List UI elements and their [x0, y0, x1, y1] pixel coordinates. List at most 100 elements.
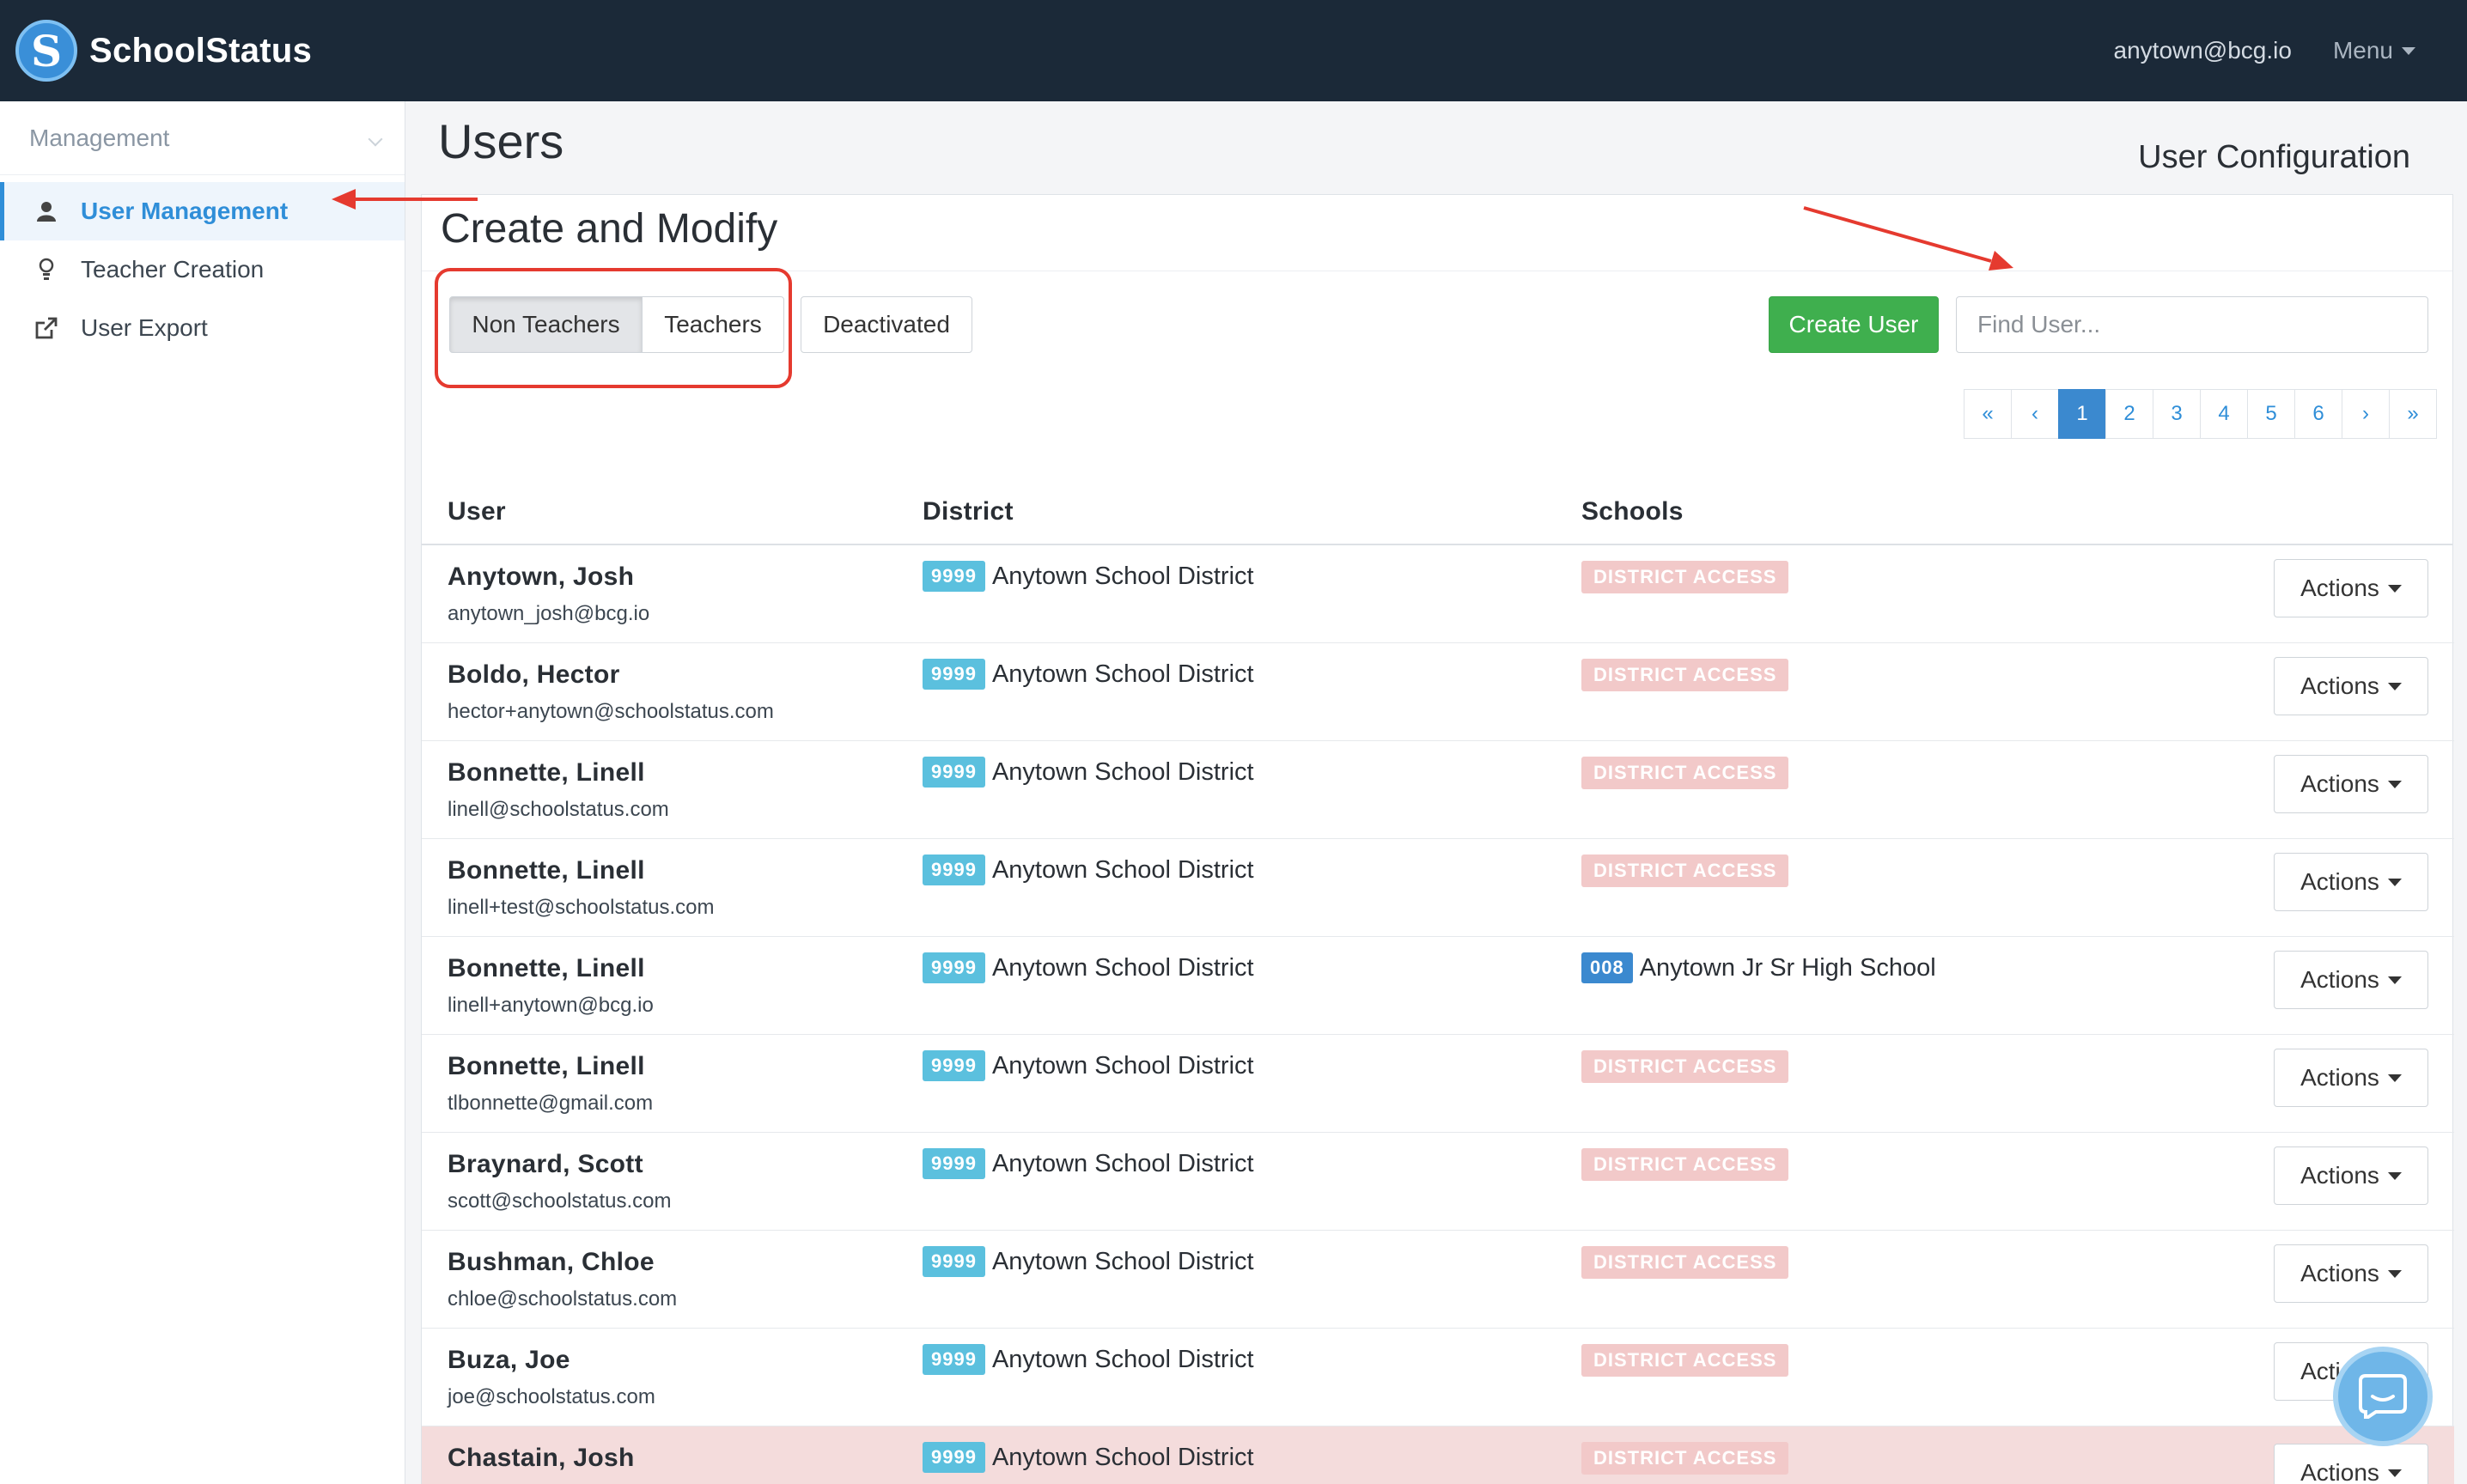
schools-cell: DISTRICT ACCESS: [1581, 659, 1789, 691]
sidebar-section-management[interactable]: Management: [0, 101, 405, 175]
actions-dropdown-button[interactable]: Actions: [2274, 755, 2428, 813]
district-code-badge: 9999: [923, 1148, 985, 1179]
actions-label: Actions: [2300, 1162, 2379, 1189]
user-email[interactable]: anytown@bcg.io: [2114, 37, 2292, 64]
actions-dropdown-button[interactable]: Actions: [2274, 853, 2428, 911]
actions-label: Actions: [2300, 966, 2379, 993]
pagination-next[interactable]: ›: [2342, 389, 2390, 439]
district-cell: 9999 Anytown School District: [923, 1442, 1254, 1473]
pagination-page[interactable]: 3: [2153, 389, 2201, 439]
caret-down-icon: [2387, 584, 2402, 593]
menu-dropdown[interactable]: Menu: [2333, 37, 2415, 64]
actions-dropdown-button[interactable]: Actions: [2274, 1146, 2428, 1205]
district-code-badge: 9999: [923, 1050, 985, 1081]
actions-label: Actions: [2300, 672, 2379, 699]
district-cell: 9999 Anytown School District: [923, 1246, 1254, 1277]
pagination-page[interactable]: 5: [2247, 389, 2295, 439]
district-access-badge: DISTRICT ACCESS: [1581, 757, 1789, 789]
user-email: hector+anytown@schoolstatus.com: [448, 700, 774, 723]
user-email: scott@schoolstatus.com: [448, 1189, 672, 1213]
annotation-highlight-box: [435, 268, 792, 388]
caret-down-icon: [2387, 1469, 2402, 1477]
district-cell: 9999 Anytown School District: [923, 1148, 1254, 1179]
create-user-button[interactable]: Create User: [1769, 296, 1939, 353]
caret-down-icon: [2387, 1073, 2402, 1082]
caret-down-icon: [2387, 1269, 2402, 1278]
district-code-badge: 9999: [923, 1246, 985, 1277]
chat-icon: [2359, 1374, 2407, 1419]
user-name: Bushman, Chloe: [448, 1248, 655, 1276]
pagination-page[interactable]: 2: [2105, 389, 2153, 439]
actions-dropdown-button[interactable]: Actions: [2274, 657, 2428, 715]
brand[interactable]: S SchoolStatus: [15, 20, 312, 82]
district-cell: 9999 Anytown School District: [923, 1050, 1254, 1081]
district-cell: 9999 Anytown School District: [923, 952, 1254, 983]
actions-dropdown-button[interactable]: Actions: [2274, 1244, 2428, 1303]
user-name: Braynard, Scott: [448, 1150, 643, 1178]
user-email: chloe@schoolstatus.com: [448, 1287, 678, 1311]
district-code-badge: 9999: [923, 952, 985, 983]
school-name: Anytown Jr Sr High School: [1639, 953, 1936, 982]
district-code-badge: 9999: [923, 659, 985, 690]
lightbulb-icon: [34, 258, 58, 282]
caret-down-icon: [2387, 976, 2402, 984]
sidebar-item-teacher-creation[interactable]: Teacher Creation: [0, 240, 405, 299]
district-access-badge: DISTRICT ACCESS: [1581, 1050, 1789, 1083]
pagination-first[interactable]: «: [1964, 389, 2012, 439]
pagination-page[interactable]: 4: [2200, 389, 2248, 439]
user-name: Anytown, Josh: [448, 563, 635, 591]
user-email: linell@schoolstatus.com: [448, 798, 669, 821]
actions-label: Actions: [2300, 1260, 2379, 1286]
column-header-user[interactable]: User: [448, 497, 506, 526]
user-name: Bonnette, Linell: [448, 1052, 645, 1080]
pagination-page[interactable]: 6: [2294, 389, 2342, 439]
user-name: Bonnette, Linell: [448, 856, 645, 885]
page-subtitle: User Configuration: [2138, 139, 2410, 175]
sidebar-item-label: User Management: [81, 198, 289, 224]
panel-title: Create and Modify: [441, 206, 778, 252]
school-code-badge: 008: [1581, 952, 1633, 983]
actions-dropdown-button[interactable]: Actions: [2274, 951, 2428, 1009]
district-name: Anytown School District: [991, 1051, 1254, 1080]
sidebar-item-user-export[interactable]: User Export: [0, 299, 405, 357]
table-row: Bonnette, Linell tlbonnette@gmail.com 99…: [422, 1035, 2454, 1133]
user-name: Bonnette, Linell: [448, 954, 645, 982]
district-cell: 9999 Anytown School District: [923, 659, 1254, 690]
pagination-last[interactable]: »: [2389, 389, 2437, 439]
district-access-badge: DISTRICT ACCESS: [1581, 1344, 1789, 1377]
caret-down-icon: [2387, 1171, 2402, 1180]
column-header-schools[interactable]: Schools: [1581, 497, 1684, 526]
pagination-page[interactable]: 1: [2058, 389, 2106, 439]
brand-name: SchoolStatus: [89, 31, 313, 70]
filter-deactivated-button[interactable]: Deactivated: [801, 296, 972, 353]
sidebar-header-label: Management: [29, 124, 170, 151]
schools-cell: DISTRICT ACCESS: [1581, 855, 1789, 887]
actions-dropdown-button[interactable]: Actions: [2274, 1444, 2428, 1484]
chat-launcher-button[interactable]: [2333, 1347, 2433, 1446]
district-access-badge: DISTRICT ACCESS: [1581, 855, 1789, 887]
table-row: Chastain, Josh 9999 Anytown School Distri…: [422, 1426, 2454, 1484]
find-user-input[interactable]: [1956, 296, 2428, 353]
sidebar-item-user-management[interactable]: User Management: [0, 182, 405, 240]
district-name: Anytown School District: [991, 855, 1254, 884]
district-code-badge: 9999: [923, 1442, 985, 1473]
user-email: linell+test@schoolstatus.com: [448, 896, 715, 919]
actions-dropdown-button[interactable]: Actions: [2274, 1049, 2428, 1107]
user-icon: [34, 201, 58, 222]
district-name: Anytown School District: [991, 1149, 1254, 1177]
menu-label: Menu: [2332, 37, 2393, 64]
page-title: Users: [438, 114, 564, 168]
pagination-prev[interactable]: ‹: [2011, 389, 2059, 439]
district-name: Anytown School District: [991, 562, 1254, 590]
sidebar-item-label: User Export: [81, 314, 208, 341]
caret-down-icon: [2387, 878, 2402, 886]
table-row: Anytown, Josh anytown_josh@bcg.io 9999 An…: [422, 545, 2454, 643]
district-access-badge: DISTRICT ACCESS: [1581, 561, 1789, 593]
table-row: Bonnette, Linell linell@schoolstatus.com…: [422, 741, 2454, 839]
table-row: Buza, Joe joe@schoolstatus.com 9999 Anyto…: [422, 1329, 2454, 1426]
district-access-badge: DISTRICT ACCESS: [1581, 1246, 1789, 1279]
actions-dropdown-button[interactable]: Actions: [2274, 559, 2428, 617]
user-name: Bonnette, Linell: [448, 758, 645, 787]
sidebar: Management User Management Teacher Creat…: [0, 101, 405, 1484]
column-header-district[interactable]: District: [923, 497, 1014, 526]
